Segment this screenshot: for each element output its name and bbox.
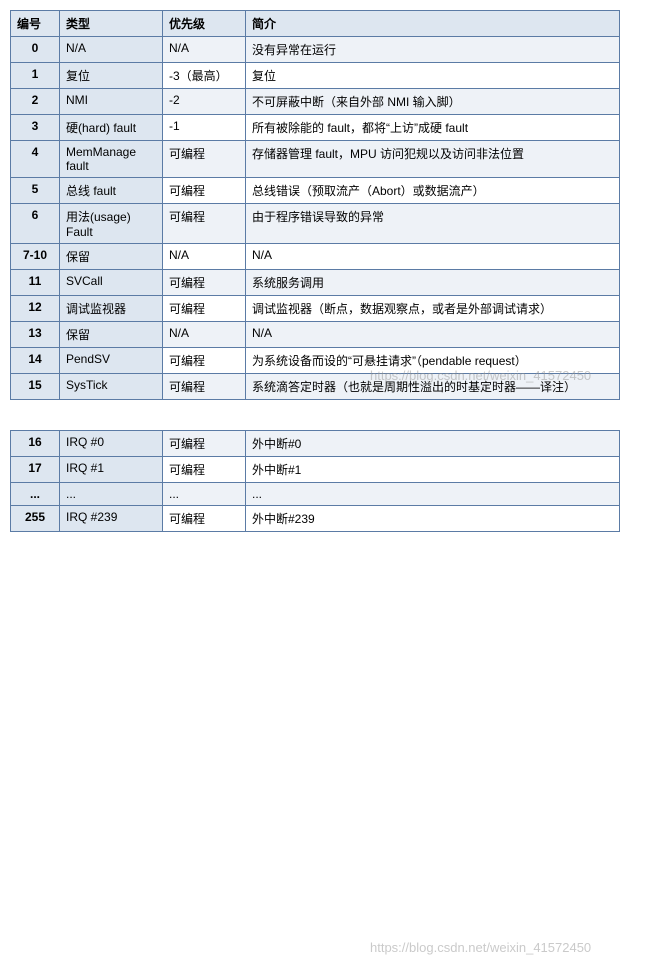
table-row: 13保留N/AN/A — [11, 322, 620, 348]
cell-pri: 可编程 — [163, 296, 246, 322]
table-row: 12调试监视器可编程调试监视器（断点，数据观察点，或者是外部调试请求） — [11, 296, 620, 322]
cell-type: 复位 — [60, 63, 163, 89]
cell-type: IRQ #239 — [60, 506, 163, 532]
cell-pri: -1 — [163, 115, 246, 141]
cell-pri: -2 — [163, 89, 246, 115]
cell-type: MemManage fault — [60, 141, 163, 178]
cell-num: 1 — [11, 63, 60, 89]
table-row: 14PendSV可编程为系统设备而设的“可悬挂请求”（pendable requ… — [11, 348, 620, 374]
cell-num: ... — [11, 483, 60, 506]
cell-type: SysTick — [60, 374, 163, 400]
table-row: ............ — [11, 483, 620, 506]
cell-pri: 可编程 — [163, 457, 246, 483]
cell-num: 255 — [11, 506, 60, 532]
cell-num: 2 — [11, 89, 60, 115]
cell-type: PendSV — [60, 348, 163, 374]
cell-desc: 所有被除能的 fault，都将“上访”成硬 fault — [246, 115, 620, 141]
cell-pri: 可编程 — [163, 506, 246, 532]
cell-desc: N/A — [246, 322, 620, 348]
cell-num: 11 — [11, 270, 60, 296]
exception-table-2: 16IRQ #0可编程外中断#017IRQ #1可编程外中断#1........… — [10, 430, 642, 532]
table-row: 3硬(hard) fault-1所有被除能的 fault，都将“上访”成硬 fa… — [11, 115, 620, 141]
table-row: 4MemManage fault可编程存储器管理 fault，MPU 访问犯规以… — [11, 141, 620, 178]
cell-pri: 可编程 — [163, 204, 246, 244]
cell-type: 保留 — [60, 322, 163, 348]
cell-pri: N/A — [163, 37, 246, 63]
cell-pri: 可编程 — [163, 431, 246, 457]
cell-desc: 为系统设备而设的“可悬挂请求”（pendable request） — [246, 348, 620, 374]
cell-num: 13 — [11, 322, 60, 348]
cell-num: 14 — [11, 348, 60, 374]
table-row: 17IRQ #1可编程外中断#1 — [11, 457, 620, 483]
table-row: 6用法(usage) Fault可编程由于程序错误导致的异常 — [11, 204, 620, 244]
cell-num: 3 — [11, 115, 60, 141]
watermark: https://blog.csdn.net/weixin_41572450 — [370, 940, 591, 955]
cell-type: NMI — [60, 89, 163, 115]
cell-type: IRQ #1 — [60, 457, 163, 483]
table-row: 0N/AN/A没有异常在运行 — [11, 37, 620, 63]
cell-type: IRQ #0 — [60, 431, 163, 457]
cell-type: 总线 fault — [60, 178, 163, 204]
cell-pri: 可编程 — [163, 178, 246, 204]
cell-desc: 存储器管理 fault，MPU 访问犯规以及访问非法位置 — [246, 141, 620, 178]
header-pri: 优先级 — [163, 11, 246, 37]
cell-desc: 外中断#0 — [246, 431, 620, 457]
cell-desc: 没有异常在运行 — [246, 37, 620, 63]
cell-desc: 总线错误（预取流产（Abort）或数据流产） — [246, 178, 620, 204]
table-row: 7-10保留N/AN/A — [11, 244, 620, 270]
cell-type: 调试监视器 — [60, 296, 163, 322]
cell-num: 5 — [11, 178, 60, 204]
cell-pri: N/A — [163, 322, 246, 348]
cell-type: 用法(usage) Fault — [60, 204, 163, 244]
table-row: 15SysTick可编程系统滴答定时器（也就是周期性溢出的时基定时器——译注） — [11, 374, 620, 400]
cell-desc: 系统服务调用 — [246, 270, 620, 296]
table-row: 1复位-3（最高）复位 — [11, 63, 620, 89]
cell-desc: N/A — [246, 244, 620, 270]
header-desc: 简介 — [246, 11, 620, 37]
cell-type: N/A — [60, 37, 163, 63]
exception-table-1: 存放msp指针 编号 类型 优先级 简介 0N/AN/A没有异常在运行1复位-3… — [10, 10, 642, 400]
cell-desc: 不可屏蔽中断（来自外部 NMI 输入脚） — [246, 89, 620, 115]
header-num: 编号 — [11, 11, 60, 37]
table-row: 16IRQ #0可编程外中断#0 — [11, 431, 620, 457]
table-2: 16IRQ #0可编程外中断#017IRQ #1可编程外中断#1........… — [10, 430, 620, 532]
header-type: 类型 — [60, 11, 163, 37]
cell-type: 保留 — [60, 244, 163, 270]
table-row: 2NMI-2不可屏蔽中断（来自外部 NMI 输入脚） — [11, 89, 620, 115]
cell-pri: 可编程 — [163, 348, 246, 374]
cell-num: 0 — [11, 37, 60, 63]
cell-desc: 由于程序错误导致的异常 — [246, 204, 620, 244]
cell-num: 4 — [11, 141, 60, 178]
table-row: 255IRQ #239可编程外中断#239 — [11, 506, 620, 532]
cell-type: 硬(hard) fault — [60, 115, 163, 141]
cell-desc: 调试监视器（断点，数据观察点，或者是外部调试请求） — [246, 296, 620, 322]
table-1: 编号 类型 优先级 简介 0N/AN/A没有异常在运行1复位-3（最高）复位2N… — [10, 10, 620, 400]
table-row: 5总线 fault可编程总线错误（预取流产（Abort）或数据流产） — [11, 178, 620, 204]
cell-desc: 外中断#1 — [246, 457, 620, 483]
cell-pri: N/A — [163, 244, 246, 270]
cell-num: 16 — [11, 431, 60, 457]
cell-type: SVCall — [60, 270, 163, 296]
cell-pri: 可编程 — [163, 141, 246, 178]
table-row: 11SVCall可编程系统服务调用 — [11, 270, 620, 296]
cell-num: 17 — [11, 457, 60, 483]
cell-pri: 可编程 — [163, 374, 246, 400]
cell-type: ... — [60, 483, 163, 506]
cell-desc: ... — [246, 483, 620, 506]
cell-num: 15 — [11, 374, 60, 400]
cell-pri: -3（最高） — [163, 63, 246, 89]
cell-pri: 可编程 — [163, 270, 246, 296]
cell-num: 6 — [11, 204, 60, 244]
cell-desc: 系统滴答定时器（也就是周期性溢出的时基定时器——译注） — [246, 374, 620, 400]
cell-desc: 外中断#239 — [246, 506, 620, 532]
cell-desc: 复位 — [246, 63, 620, 89]
cell-pri: ... — [163, 483, 246, 506]
cell-num: 12 — [11, 296, 60, 322]
cell-num: 7-10 — [11, 244, 60, 270]
